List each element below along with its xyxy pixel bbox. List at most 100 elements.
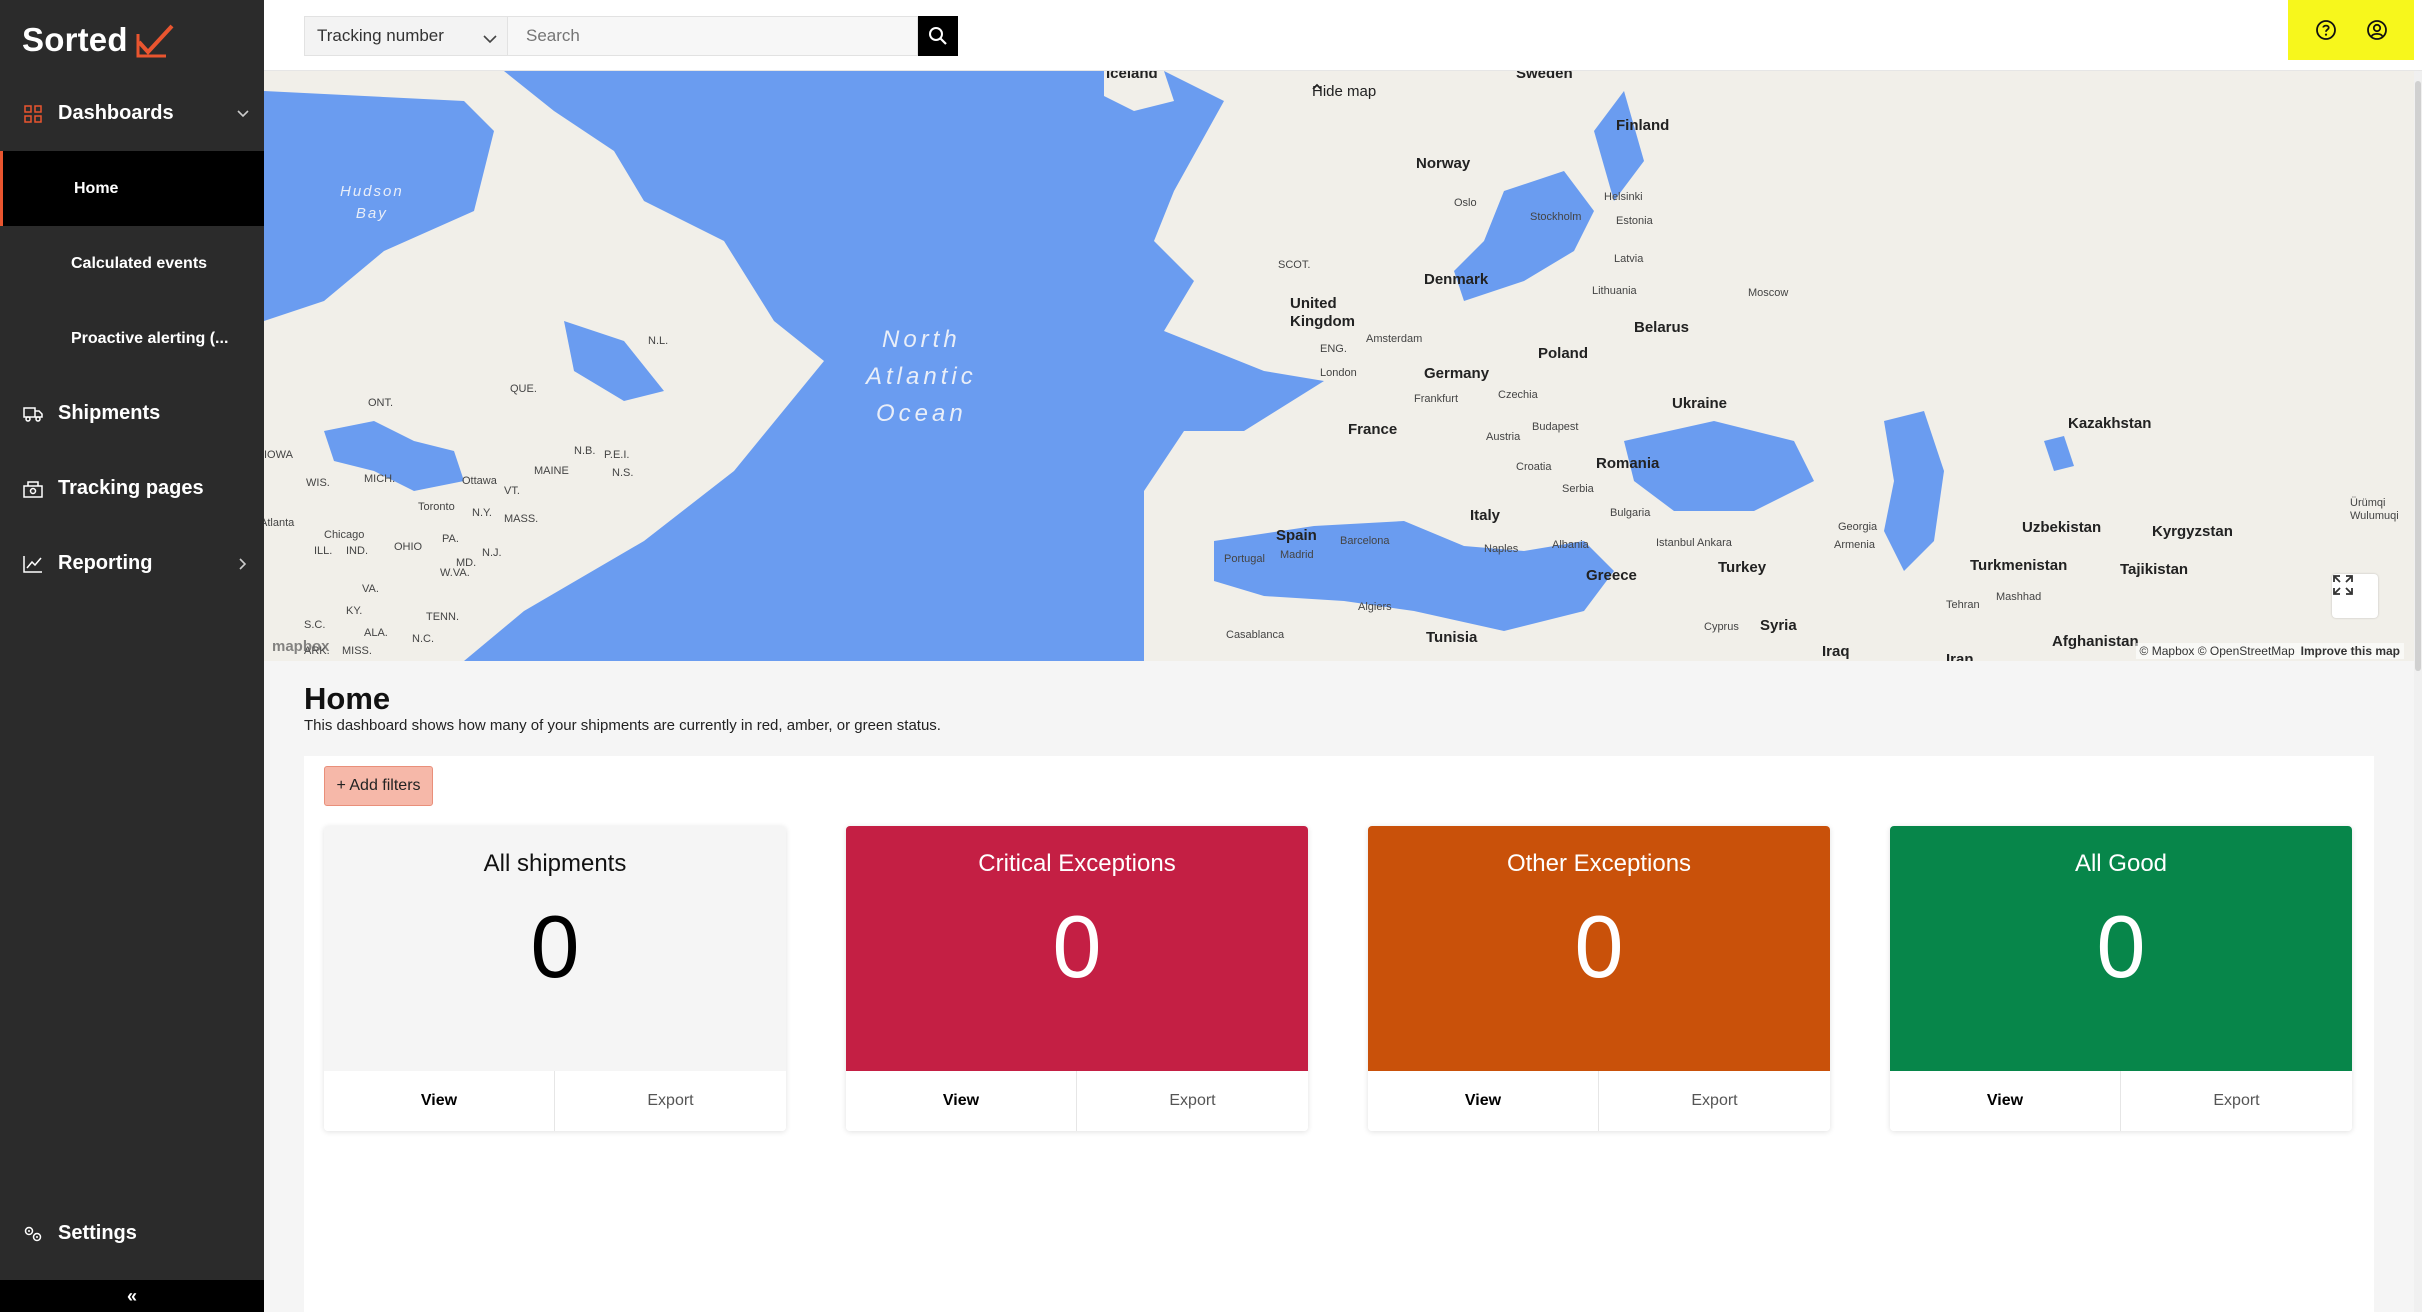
map-place-label: MASS. [504,513,539,525]
map-fullscreen-button[interactable] [2332,574,2378,618]
map-place-label: N.J. [482,547,502,559]
chevron-down-icon [236,107,250,121]
user-circle-icon[interactable] [2363,16,2391,44]
map-place-label: Amsterdam [1366,333,1423,345]
map-place-label: Budapest [1532,421,1579,433]
view-button[interactable]: View [324,1071,555,1131]
map-place-label: ENG. [1320,343,1347,355]
sidebar-collapse-button[interactable]: « [0,1280,264,1312]
card-count: 0 [530,897,580,996]
main-content: Home This dashboard shows how many of yo… [264,661,2414,1312]
map-place-label: Barcelona [1340,535,1390,547]
improve-map-link[interactable]: Improve this map [2301,644,2400,658]
app-root: Sorted Dashboards Home Calculated events… [0,0,2422,1312]
map-place-label: Mashhad [1996,591,2042,603]
search-type-select[interactable]: Tracking number [304,16,508,56]
card-count: 0 [1052,897,1102,996]
map-place-label: Turkmenistan [1970,557,2068,574]
map-place-label: Bulgaria [1610,507,1651,519]
sidebar-item-dashboards[interactable]: Dashboards [0,76,264,151]
sidebar-item-shipments[interactable]: Shipments [0,376,264,451]
sidebar-item-reporting[interactable]: Reporting [0,526,264,601]
map-place-label: VA. [362,583,379,595]
search-button[interactable] [918,16,958,56]
card-actions: View Export [1890,1071,2352,1131]
view-button[interactable]: View [846,1071,1077,1131]
sidebar-subitem-proactive-alerting[interactable]: Proactive alerting (... [0,301,264,376]
map-place-label: KY. [346,605,363,617]
map-place-label: VT. [504,485,520,497]
map-place-label: Albania [1552,539,1589,551]
map-place-label: QUE. [510,383,537,395]
map-place-label: Algiers [1358,601,1392,613]
sidebar-item-tracking-pages[interactable]: Tracking pages [0,451,264,526]
card-actions: View Export [324,1071,786,1131]
map-ocean-label: North Atlantic Ocean [866,326,977,427]
hide-map-toggle[interactable]: Hide map [1312,83,1376,100]
sidebar-subitem-home[interactable]: Home [0,151,264,226]
map-place-label: Norway [1416,155,1471,172]
search-type-value: Tracking number [317,26,444,45]
add-filters-button[interactable]: + Add filters [324,766,433,806]
card-header: All Good 0 [1890,826,2352,1071]
map-place-label: Croatia [1516,461,1552,473]
status-card-critical-exceptions: Critical Exceptions 0 View Export [846,826,1308,1131]
page-description: This dashboard shows how many of your sh… [304,717,941,734]
map-place-label: Germany [1424,365,1490,382]
export-button[interactable]: Export [2121,1071,2352,1131]
card-actions: View Export [846,1071,1308,1131]
map-place-label: Finland [1616,117,1670,134]
map-place-label: Tunisia [1426,629,1478,646]
map-place-label: Oslo [1454,197,1477,209]
map-place-label: WIS. [306,477,330,489]
view-button[interactable]: View [1368,1071,1599,1131]
sidebar-item-label: Shipments [58,402,161,424]
page-title: Home [304,681,391,716]
map-place-label: Helsinki [1604,191,1643,203]
sidebar-subitem-label: Home [74,179,119,197]
card-title: Critical Exceptions [978,850,1176,877]
map-place-label: Atlanta [264,517,295,529]
export-button[interactable]: Export [555,1071,786,1131]
export-button[interactable]: Export [1599,1071,1830,1131]
map-place-label: Uzbekistan [2022,519,2102,536]
chart-line-icon [22,553,44,575]
card-actions: View Export [1368,1071,1830,1131]
map-place-label: Frankfurt [1414,393,1459,405]
map-place-label: MAINE [534,465,569,477]
card-header: Critical Exceptions 0 [846,826,1308,1071]
sidebar-subitem-calculated-events[interactable]: Calculated events [0,226,264,301]
status-card-other-exceptions: Other Exceptions 0 View Export [1368,826,1830,1131]
map-place-label: ALA. [364,627,388,639]
map-place-label: MISS. [342,645,372,657]
search-input[interactable] [508,16,918,56]
search-icon [929,27,947,45]
map-place-label: N.Y. [472,507,492,519]
map-place-label: Afghanistan [2052,633,2139,650]
map-attribution-text[interactable]: © Mapbox © OpenStreetMap [2140,644,2295,658]
help-circle-icon[interactable] [2312,16,2340,44]
brand-logo[interactable]: Sorted [22,16,176,64]
sidebar-item-settings[interactable]: Settings [0,1196,264,1271]
export-button[interactable]: Export [1077,1071,1308,1131]
map-place-label: ILL. [314,545,333,557]
map-place-label: P.E.I. [604,449,630,461]
map-place-label: Kazakhstan [2068,415,2152,432]
card-header: All shipments 0 [324,826,786,1071]
view-button[interactable]: View [1890,1071,2121,1131]
card-title: All Good [2074,850,2168,877]
scrollbar-thumb[interactable] [2415,81,2421,671]
map-place-label: Casablanca [1226,629,1285,641]
map-place-label: Syria [1760,617,1797,634]
page-scrollbar[interactable] [2414,71,2422,1312]
mapbox-logo[interactable]: mapbox [272,638,330,655]
map-place-label: Turkey [1718,559,1767,576]
map-place-label: Greece [1586,567,1637,584]
map-bay-label: Hudson Bay [340,183,404,222]
map-place-label: Spain [1276,527,1317,544]
shipments-map[interactable]: North Atlantic Ocean Hudson Bay Iceland … [264,71,2414,661]
map-place-label: Belarus [1634,319,1690,336]
sidebar-subitem-label: Proactive alerting (... [71,329,229,347]
map-place-label: W.VA. [440,567,470,579]
map-place-label: Austria [1486,431,1521,443]
